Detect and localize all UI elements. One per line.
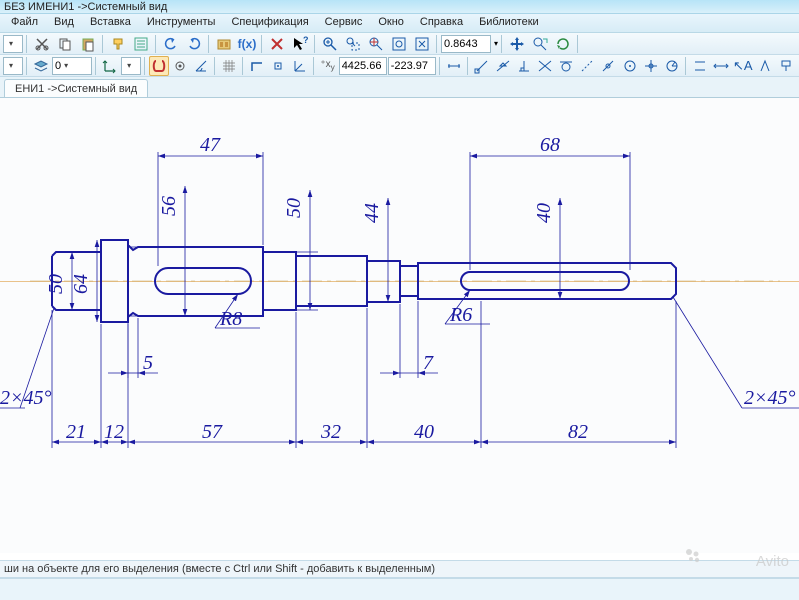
dim-32: 32: [320, 421, 341, 443]
status-bar: ши на объекте для его выделения (вместе …: [0, 560, 799, 578]
window-title: БЕЗ ИМЕНИ1 ->Системный вид: [4, 1, 167, 13]
coord-y-input[interactable]: [388, 57, 436, 75]
dim-7: 7: [423, 352, 434, 374]
coord-sys-combo[interactable]: ▾: [121, 57, 141, 75]
cut-button[interactable]: [31, 34, 53, 54]
watermark: Avito: [683, 546, 789, 570]
snap-ext-button[interactable]: [577, 56, 597, 76]
local-sys-button[interactable]: [290, 56, 310, 76]
dim-40: 40: [533, 203, 555, 223]
zoom-area-button[interactable]: [342, 34, 364, 54]
bottom-task-strip: [0, 578, 799, 600]
dim-64: 64: [70, 274, 92, 294]
dim-40b: 40: [414, 421, 434, 443]
snap-enable-button[interactable]: [149, 56, 169, 76]
format-painter-button[interactable]: [107, 34, 129, 54]
datum-button[interactable]: [776, 56, 796, 76]
grid-button[interactable]: [219, 56, 239, 76]
status-text: ши на объекте для его выделения (вместе …: [4, 563, 435, 575]
zoom-in-button[interactable]: [319, 34, 341, 54]
menu-service[interactable]: Сервис: [318, 14, 370, 32]
snap-angle-button[interactable]: [191, 56, 211, 76]
zoom-prev-button[interactable]: [529, 34, 551, 54]
dim-47: 47: [200, 134, 221, 156]
properties-button[interactable]: [130, 34, 152, 54]
help-cursor-button[interactable]: ?: [289, 34, 311, 54]
snap-settings-button[interactable]: [170, 56, 190, 76]
dim-56: 56: [158, 196, 180, 216]
dim-chamfer-right: 2×45°: [744, 387, 796, 409]
variables-button[interactable]: f(x): [236, 34, 258, 54]
dim-linear-button[interactable]: [444, 56, 464, 76]
menu-view[interactable]: Вид: [47, 14, 81, 32]
menu-spec[interactable]: Спецификация: [224, 14, 315, 32]
dim-r6: R6: [449, 304, 472, 326]
library-button[interactable]: [213, 34, 235, 54]
coords-label: ⁺xy: [318, 56, 338, 76]
coord-button[interactable]: [100, 56, 120, 76]
dim-r8: R8: [219, 308, 242, 330]
round-button[interactable]: [268, 56, 288, 76]
view-combo[interactable]: ▾: [3, 57, 23, 75]
zoom-value-input[interactable]: [441, 35, 491, 53]
snap-tan-button[interactable]: [556, 56, 576, 76]
menu-tools[interactable]: Инструменты: [140, 14, 223, 32]
menu-bar: Файл Вид Вставка Инструменты Спецификаци…: [0, 14, 799, 33]
dim-82: 82: [568, 421, 588, 443]
menu-help[interactable]: Справка: [413, 14, 470, 32]
menu-insert[interactable]: Вставка: [83, 14, 138, 32]
leader-button[interactable]: ↖A: [732, 56, 754, 76]
doc-type-combo[interactable]: ▾: [3, 35, 23, 53]
dim-57: 57: [202, 421, 223, 443]
toolbar-secondary: ▾ 0▾ ▾ ⁺xy ↖A: [0, 55, 799, 77]
dim-44: 44: [361, 203, 383, 223]
dim-68: 68: [540, 134, 560, 156]
zoom-selection-button[interactable]: [411, 34, 433, 54]
tab-strip: ЕНИ1 ->Системный вид: [0, 77, 799, 98]
paste-button[interactable]: [77, 34, 99, 54]
window-title-bar: БЕЗ ИМЕНИ1 ->Системный вид: [0, 0, 799, 14]
toolbar-main: ▾ f(x) ? ▾: [0, 33, 799, 55]
dim-50r: 50: [283, 198, 305, 218]
coord-x-input[interactable]: [339, 57, 387, 75]
cancel-button[interactable]: [266, 34, 288, 54]
dim-5: 5: [143, 352, 153, 374]
snap-int-button[interactable]: [535, 56, 555, 76]
snap-perp-button[interactable]: [514, 56, 534, 76]
layer-button[interactable]: [31, 56, 51, 76]
dim-chamfer-left: 2×45°: [0, 387, 52, 409]
layer-combo[interactable]: 0▾: [52, 57, 92, 75]
dim-12: 12: [104, 421, 124, 443]
zoom-dynamic-button[interactable]: [365, 34, 387, 54]
refresh-view-button[interactable]: [552, 34, 574, 54]
drawing-canvas[interactable]: 47 68 56 50 44 40 50 64 R: [0, 98, 799, 553]
redo-button[interactable]: [183, 34, 205, 54]
zoom-fit-button[interactable]: [388, 34, 410, 54]
snap-ang-button[interactable]: [662, 56, 682, 76]
snap-mid-button[interactable]: [493, 56, 513, 76]
rough-button[interactable]: [755, 56, 775, 76]
undo-button[interactable]: [160, 34, 182, 54]
snap-endpoint-button[interactable]: [472, 56, 492, 76]
menu-window[interactable]: Окно: [371, 14, 411, 32]
document-tab[interactable]: ЕНИ1 ->Системный вид: [4, 79, 148, 97]
format-dim-button[interactable]: [711, 56, 731, 76]
svg-text:?: ?: [303, 36, 308, 45]
dim-21: 21: [66, 421, 86, 443]
menu-libraries[interactable]: Библиотеки: [472, 14, 546, 32]
snap-node-button[interactable]: [641, 56, 661, 76]
snap-cen-button[interactable]: [620, 56, 640, 76]
snap-near-button[interactable]: [598, 56, 618, 76]
pan-button[interactable]: [506, 34, 528, 54]
ortho-button[interactable]: [247, 56, 267, 76]
dim-50l: 50: [45, 274, 67, 294]
menu-file[interactable]: Файл: [4, 14, 45, 32]
snap-para-button[interactable]: [690, 56, 710, 76]
copy-button[interactable]: [54, 34, 76, 54]
